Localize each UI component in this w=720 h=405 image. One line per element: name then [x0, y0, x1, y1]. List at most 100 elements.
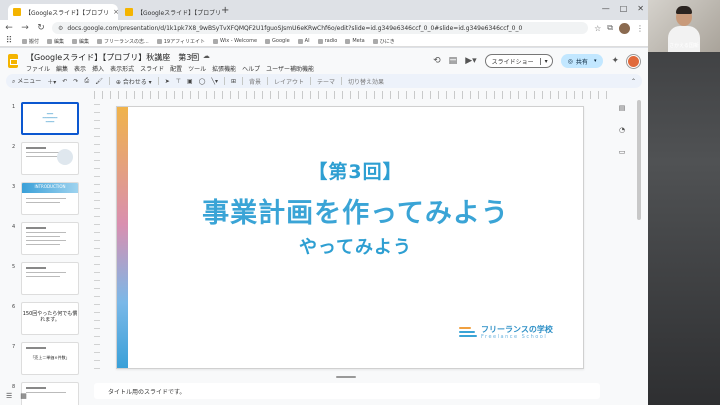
menu-format[interactable]: 表示形式: [110, 64, 134, 73]
slide-thumbnail[interactable]: [21, 382, 79, 405]
menu-slide[interactable]: スライド: [140, 64, 164, 73]
new-slide-icon[interactable]: ＋▾: [47, 77, 56, 86]
bookmark-item[interactable]: AI: [297, 38, 310, 44]
transition-button[interactable]: 切り替え効果: [348, 77, 384, 86]
bookmark-item[interactable]: Google: [265, 38, 290, 44]
text-box-icon[interactable]: ⊤: [176, 78, 181, 85]
select-tool-icon[interactable]: ➤: [165, 78, 170, 85]
notes-resize-handle[interactable]: [336, 376, 356, 378]
vertical-ruler[interactable]: [94, 104, 100, 374]
filmstrip-slide-6[interactable]: 6 150回やったら何でも慣れます。: [6, 302, 84, 338]
gemini-icon[interactable]: ✦: [611, 56, 619, 66]
bookmark-item[interactable]: 19アフィリエイト: [156, 38, 205, 45]
line-icon[interactable]: ╲▾: [211, 78, 218, 85]
layout-button[interactable]: レイアウト: [274, 77, 304, 86]
bookmark-item[interactable]: 編集: [72, 38, 89, 45]
shape-icon[interactable]: ◯: [199, 78, 206, 85]
menu-tools[interactable]: ツール: [188, 64, 206, 73]
site-info-icon[interactable]: ⚙: [58, 25, 63, 32]
slide-kicker-text[interactable]: 【第3回】: [128, 157, 583, 184]
menu-extensions[interactable]: 拡張機能: [212, 64, 236, 73]
new-tab-icon[interactable]: +: [221, 6, 229, 16]
bookmark-item[interactable]: Wix - Welcome: [212, 38, 257, 44]
profile-avatar[interactable]: [619, 22, 630, 34]
bookmark-item[interactable]: フリーランスの志...: [97, 38, 149, 45]
horizontal-ruler[interactable]: [94, 91, 614, 99]
paint-format-icon[interactable]: 🖌: [95, 78, 103, 85]
menu-edit[interactable]: 編集: [56, 64, 68, 73]
menu-view[interactable]: 表示: [74, 64, 86, 73]
more-icon[interactable]: ⋮: [636, 24, 644, 33]
bookmark-item[interactable]: 搬付: [22, 38, 39, 45]
chevron-up-icon[interactable]: ⌃: [631, 78, 636, 85]
slide-thumbnail[interactable]: INTRODUCTION: [21, 182, 79, 215]
background-button[interactable]: 背景: [249, 77, 261, 86]
back-icon[interactable]: ←: [4, 23, 14, 33]
menu-insert[interactable]: 挿入: [92, 64, 104, 73]
forward-icon[interactable]: →: [20, 23, 30, 33]
redo-icon[interactable]: ↷: [73, 78, 78, 85]
account-avatar[interactable]: [627, 54, 640, 68]
slide-canvas[interactable]: 【第3回】 事業計画を作ってみよう やってみよう フリーランスの学校 Freel…: [116, 106, 584, 369]
image-icon[interactable]: ▣: [187, 78, 193, 85]
comment-icon[interactable]: ▤: [449, 56, 458, 66]
address-bar[interactable]: ⚙ docs.google.com/presentation/d/1k1pk7X…: [52, 22, 589, 34]
slide-thumbnail[interactable]: ━━━ ━━━━━━━ ━━━━: [21, 102, 79, 135]
slide-thumbnail[interactable]: [21, 142, 79, 175]
document-title[interactable]: 【Googleスライド】【プロブリ】秋講座 第3回: [26, 52, 199, 63]
folder-icon[interactable]: ▭: [619, 148, 626, 156]
star-icon[interactable]: ☆: [178, 52, 184, 60]
slide-title-text[interactable]: 事業計画を作ってみよう: [128, 191, 583, 230]
filmstrip-slide-4[interactable]: 4: [6, 222, 84, 258]
keep-icon[interactable]: ▤: [619, 104, 626, 112]
chevron-down-icon[interactable]: ▾: [594, 58, 597, 64]
slideshow-button[interactable]: スライドショー ▾: [484, 54, 553, 68]
menu-accessibility[interactable]: ユーザー補助機能: [266, 64, 314, 73]
close-window-icon[interactable]: ✕: [637, 4, 644, 13]
minimize-icon[interactable]: —: [602, 4, 610, 13]
close-icon[interactable]: ×: [109, 8, 118, 16]
history-icon[interactable]: ⟲: [433, 56, 441, 66]
chevron-down-icon[interactable]: ▾: [539, 57, 552, 65]
browser-tab-2[interactable]: 【Googleスライド】【プロブリ ×: [120, 4, 220, 20]
zoom-select[interactable]: ⊕ 合わせる ▾: [116, 77, 152, 86]
bookmark-item[interactable]: Meta: [345, 38, 365, 44]
undo-icon[interactable]: ↶: [62, 78, 67, 85]
extensions-icon[interactable]: ⧉: [607, 23, 613, 33]
menu-arrange[interactable]: 配置: [170, 64, 182, 73]
filmstrip-slide-2[interactable]: 2: [6, 142, 84, 178]
filmstrip-slide-7[interactable]: 7 「売上＝単価×件数」: [6, 342, 84, 378]
theme-button[interactable]: テーマ: [317, 77, 335, 86]
maximize-icon[interactable]: □: [620, 4, 628, 13]
slides-logo-icon[interactable]: [8, 54, 18, 68]
bookmark-item[interactable]: radio: [317, 38, 337, 44]
speaker-notes[interactable]: タイトル用のスライドです。: [94, 383, 600, 399]
apps-icon[interactable]: ⠿: [4, 36, 14, 46]
slide-thumbnail[interactable]: [21, 222, 79, 255]
move-folder-icon[interactable]: ▭: [190, 52, 197, 60]
slide-thumbnail[interactable]: 「売上＝単価×件数」: [21, 342, 79, 375]
filmstrip-slide-5[interactable]: 5: [6, 262, 84, 298]
share-button[interactable]: ◎ 共有 ▾: [560, 54, 604, 68]
slide-subtitle-text[interactable]: やってみよう: [128, 233, 583, 259]
slide-thumbnail[interactable]: 150回やったら何でも慣れます。: [21, 302, 79, 335]
menu-help[interactable]: ヘルプ: [242, 64, 260, 73]
reload-icon[interactable]: ↻: [36, 23, 46, 33]
bookmark-item[interactable]: 編集: [47, 38, 64, 45]
star-icon[interactable]: ☆: [594, 24, 601, 33]
vertical-scrollbar[interactable]: [636, 92, 642, 392]
search-menus-button[interactable]: ⌕ メニュー: [12, 76, 41, 86]
filmstrip-view-icon[interactable]: ▦: [20, 392, 27, 400]
filmstrip-slide-1[interactable]: 1 ━━━ ━━━━━━━ ━━━━: [6, 102, 84, 138]
slide-thumbnail[interactable]: [21, 262, 79, 295]
school-logo[interactable]: フリーランスの学校 Freelance School: [459, 325, 553, 341]
print-icon[interactable]: ⎙: [84, 77, 89, 85]
tasks-icon[interactable]: ◔: [619, 126, 625, 134]
cloud-saved-icon[interactable]: ☁: [203, 52, 210, 60]
video-call-icon[interactable]: ▶▾: [465, 56, 476, 66]
add-comment-icon[interactable]: ⊞: [231, 78, 236, 85]
filmstrip-slide-3[interactable]: 3 INTRODUCTION: [6, 182, 84, 218]
bookmark-item[interactable]: ひにき: [372, 38, 395, 45]
browser-tab-1[interactable]: 【Googleスライド】【プロブリ ×: [8, 4, 118, 20]
grid-view-icon[interactable]: ☰: [6, 392, 12, 400]
